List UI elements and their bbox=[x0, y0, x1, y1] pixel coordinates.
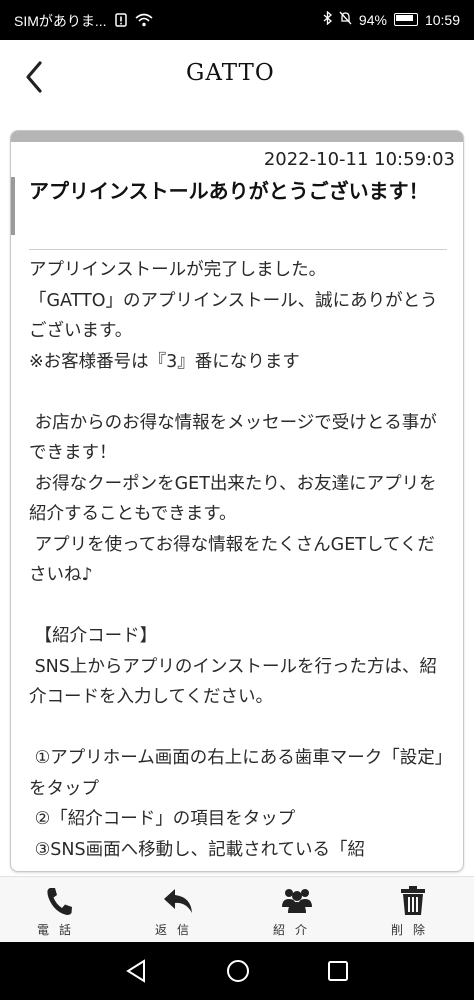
battery-icon bbox=[393, 13, 418, 26]
message-body: アプリインストールが完了しました。 「GATTO」のアプリインストール、誠にあり… bbox=[29, 260, 444, 860]
battery-percent: 94% bbox=[358, 11, 387, 28]
status-left: SIMがありま... bbox=[14, 11, 153, 31]
nav-recents-button[interactable] bbox=[326, 958, 350, 988]
recents-square-icon bbox=[328, 961, 348, 981]
tab-delete-label: 削除 bbox=[390, 923, 435, 937]
tab-phone-label: 電話 bbox=[36, 923, 81, 937]
system-nav-bar bbox=[0, 942, 474, 1000]
sim-alert-icon bbox=[114, 12, 127, 30]
back-triangle-icon bbox=[126, 959, 145, 983]
message-timestamp: 2022-10-11 10:59:03 bbox=[263, 149, 455, 170]
message-title: アプリインストールありがとうございます！ bbox=[29, 179, 429, 203]
chevron-left-icon bbox=[26, 61, 42, 93]
wifi-icon bbox=[135, 13, 153, 30]
phone-icon bbox=[47, 888, 72, 915]
status-bar: SIMがありま... 94% 10:59 bbox=[0, 0, 474, 40]
tab-introduce-label: 紹介 bbox=[272, 923, 317, 937]
bluetooth-icon bbox=[323, 10, 332, 28]
status-right: 94% 10:59 bbox=[323, 10, 460, 28]
card-top-strip bbox=[11, 131, 463, 142]
tab-phone[interactable]: 電話 bbox=[0, 877, 118, 943]
logo-text: GATTO bbox=[186, 60, 275, 86]
bottom-action-bar: 電話 返信 紹介 削除 bbox=[0, 876, 474, 943]
message-card[interactable]: 2022-10-11 10:59:03 アプリインストールありがとうございます！… bbox=[10, 130, 464, 872]
reply-icon bbox=[164, 889, 192, 913]
carrier-text: SIMがありま... bbox=[14, 13, 107, 29]
tab-reply-label: 返信 bbox=[154, 923, 199, 937]
clock: 10:59 bbox=[424, 11, 460, 28]
app-header: GATTO bbox=[0, 40, 474, 116]
tab-introduce[interactable]: 紹介 bbox=[236, 877, 354, 943]
title-accent-bar bbox=[11, 177, 15, 235]
trash-icon bbox=[401, 886, 425, 915]
app-logo: GATTO bbox=[186, 60, 296, 96]
nav-back-button[interactable] bbox=[124, 958, 148, 988]
tab-reply[interactable]: 返信 bbox=[118, 877, 236, 943]
tab-delete[interactable]: 削除 bbox=[354, 877, 472, 943]
back-button[interactable] bbox=[16, 54, 56, 100]
people-icon bbox=[282, 889, 312, 913]
title-divider bbox=[29, 249, 447, 250]
nav-home-button[interactable] bbox=[225, 958, 251, 988]
home-circle-icon bbox=[227, 960, 249, 982]
mute-bell-icon bbox=[339, 11, 352, 28]
